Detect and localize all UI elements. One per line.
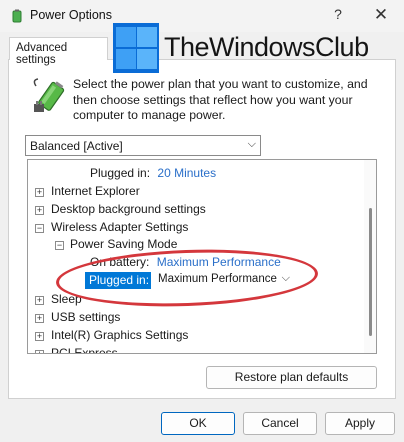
on-battery-value-link[interactable]: Maximum Performance xyxy=(157,255,281,269)
ok-button[interactable]: OK xyxy=(161,412,235,435)
tree-item-internet-explorer[interactable]: Internet Explorer xyxy=(51,184,140,201)
tree-row-plugged-in-top[interactable]: Plugged in: 20 Minutes xyxy=(90,166,216,183)
plugged-in-select[interactable]: Maximum Performance ⌵ xyxy=(154,272,296,289)
plugged-in-label-selected: Plugged in: xyxy=(85,272,151,289)
chevron-down-icon: ⌵ xyxy=(281,272,290,284)
battery-icon xyxy=(33,78,65,112)
expand-icon[interactable]: + xyxy=(35,332,44,341)
tree-scrollbar[interactable] xyxy=(364,160,376,353)
settings-tree[interactable]: Plugged in: 20 Minutes + Internet Explor… xyxy=(27,159,377,354)
help-button[interactable]: ? xyxy=(330,6,346,24)
on-battery-label: On battery: xyxy=(90,255,150,269)
watermark-text: TheWindowsClub xyxy=(164,32,369,62)
tree-item-intel-graphics[interactable]: Intel(R) Graphics Settings xyxy=(51,328,188,345)
tree-item-pci-express[interactable]: PCI Express xyxy=(51,346,118,353)
expand-icon[interactable]: + xyxy=(35,350,44,353)
expand-icon[interactable]: + xyxy=(35,296,44,305)
tree-item-desktop-background[interactable]: Desktop background settings xyxy=(51,202,206,219)
plugged-in-select-value: Maximum Performance xyxy=(158,273,277,285)
tree-item-usb[interactable]: USB settings xyxy=(51,310,120,327)
window-title: Power Options xyxy=(30,8,112,22)
title-bar: Power Options ? ✕ xyxy=(0,0,404,32)
expand-icon[interactable]: + xyxy=(35,188,44,197)
tree-row-on-battery[interactable]: On battery: Maximum Performance xyxy=(90,255,281,272)
power-options-icon xyxy=(12,9,22,23)
expand-icon[interactable]: + xyxy=(35,314,44,323)
collapse-icon[interactable]: − xyxy=(35,224,44,233)
collapse-icon[interactable]: − xyxy=(55,241,64,250)
apply-button[interactable]: Apply xyxy=(325,412,395,435)
chevron-down-icon: ⌵ xyxy=(247,138,256,150)
power-plan-value: Balanced [Active] xyxy=(30,139,123,153)
cancel-button[interactable]: Cancel xyxy=(243,412,317,435)
scrollbar-thumb[interactable] xyxy=(369,208,372,336)
windows-logo-icon xyxy=(113,23,159,73)
close-button[interactable]: ✕ xyxy=(370,4,392,26)
plugged-in-value-link[interactable]: 20 Minutes xyxy=(157,166,216,180)
expand-icon[interactable]: + xyxy=(35,206,44,215)
tab-advanced-settings[interactable]: Advanced settings xyxy=(9,37,108,66)
tab-label: Advanced settings xyxy=(16,42,68,66)
power-plan-select[interactable]: Balanced [Active] ⌵ xyxy=(25,135,261,156)
tree-item-sleep[interactable]: Sleep xyxy=(51,292,82,309)
description-text: Select the power plan that you want to c… xyxy=(73,77,368,122)
tree-item-power-saving-mode[interactable]: Power Saving Mode xyxy=(70,237,177,254)
plugged-in-label: Plugged in: xyxy=(90,166,151,180)
tree-item-wireless-adapter[interactable]: Wireless Adapter Settings xyxy=(51,220,188,237)
restore-defaults-button[interactable]: Restore plan defaults xyxy=(206,366,377,389)
